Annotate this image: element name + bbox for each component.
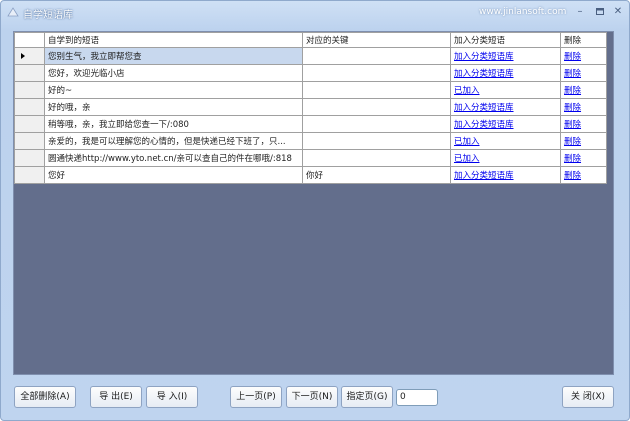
phrase-cell[interactable]: 圆通快递http://www.yto.net.cn/亲可以查自己的件在哪哦/:8… [44, 149, 303, 167]
row-header[interactable] [14, 132, 45, 150]
delete-link[interactable]: 删除 [564, 69, 581, 79]
table-row[interactable]: 亲爱的，我是可以理解您的心情的，但是快递已经下班了，只... 已加入 删除 [14, 132, 607, 150]
minimize-icon[interactable]: – [573, 5, 587, 19]
added-link[interactable]: 已加入 [454, 154, 480, 164]
delete-link[interactable]: 删除 [564, 86, 581, 96]
export-button[interactable]: 导 出(E) [90, 386, 142, 408]
column-header-delete[interactable]: 删除 [560, 32, 607, 48]
keyword-cell[interactable] [302, 47, 451, 65]
column-header-add[interactable]: 加入分类短语 [450, 32, 561, 48]
keyword-cell[interactable] [302, 64, 451, 82]
delete-link[interactable]: 删除 [564, 103, 581, 113]
delete-link[interactable]: 删除 [564, 137, 581, 147]
add-to-category-link[interactable]: 加入分类短语库 [454, 171, 514, 181]
delete-link[interactable]: 删除 [564, 171, 581, 181]
table-row[interactable]: 圆通快递http://www.yto.net.cn/亲可以查自己的件在哪哦/:8… [14, 149, 607, 167]
keyword-cell[interactable] [302, 149, 451, 167]
delete-link[interactable]: 删除 [564, 52, 581, 62]
title-bar: 自学短语库 www.jinlansoft.com – ✕ [1, 1, 629, 25]
window-title: 自学短语库 [23, 10, 73, 21]
table-row[interactable]: 您好，欢迎光临小店 加入分类短语库 删除 [14, 64, 607, 82]
phrase-table: 自学到的短语 对应的关键 加入分类短语 删除 您别生气，我立即帮您查 加入分类短… [14, 32, 607, 184]
phrase-cell[interactable]: 好的哦，亲 [44, 98, 303, 116]
row-header[interactable] [14, 149, 45, 167]
phrase-cell[interactable]: 亲爱的，我是可以理解您的心情的，但是快递已经下班了，只... [44, 132, 303, 150]
delete-all-button[interactable]: 全部删除(A) [14, 386, 76, 408]
added-link[interactable]: 已加入 [454, 86, 480, 96]
phrase-cell[interactable]: 您好，欢迎光临小店 [44, 64, 303, 82]
added-link[interactable]: 已加入 [454, 137, 480, 147]
add-to-category-link[interactable]: 加入分类短语库 [454, 120, 514, 130]
table-row[interactable]: 稍等哦，亲，我立即给您查一下/:080 加入分类短语库 删除 [14, 115, 607, 133]
maximize-icon[interactable] [593, 5, 607, 19]
app-icon [7, 7, 19, 17]
column-header-phrase[interactable]: 自学到的短语 [44, 32, 303, 48]
column-header-keyword[interactable]: 对应的关键 [302, 32, 451, 48]
keyword-cell[interactable] [302, 81, 451, 99]
row-header[interactable] [14, 166, 45, 184]
site-url: www.jinlansoft.com [479, 7, 567, 17]
row-header[interactable] [14, 81, 45, 99]
delete-link[interactable]: 删除 [564, 120, 581, 130]
keyword-cell[interactable] [302, 115, 451, 133]
next-page-button[interactable]: 下一页(N) [286, 386, 338, 408]
page-number-input[interactable]: 0 [396, 389, 438, 406]
phrase-grid[interactable]: 自学到的短语 对应的关键 加入分类短语 删除 您别生气，我立即帮您查 加入分类短… [13, 31, 614, 375]
add-to-category-link[interactable]: 加入分类短语库 [454, 52, 514, 62]
current-row-arrow-icon [21, 53, 25, 59]
phrase-cell[interactable]: 好的~ [44, 81, 303, 99]
row-header-current[interactable] [14, 47, 45, 65]
keyword-cell[interactable] [302, 98, 451, 116]
table-row[interactable]: 好的哦，亲 加入分类短语库 删除 [14, 98, 607, 116]
row-header[interactable] [14, 98, 45, 116]
keyword-cell[interactable] [302, 132, 451, 150]
row-header[interactable] [14, 115, 45, 133]
close-icon[interactable]: ✕ [611, 5, 625, 19]
add-to-category-link[interactable]: 加入分类短语库 [454, 103, 514, 113]
close-button[interactable]: 关 闭(X) [562, 386, 614, 408]
phrase-cell[interactable]: 您好 [44, 166, 303, 184]
header-row: 自学到的短语 对应的关键 加入分类短语 删除 [14, 32, 607, 48]
phrase-cell[interactable]: 您别生气，我立即帮您查 [44, 47, 303, 65]
table-row[interactable]: 好的~ 已加入 删除 [14, 81, 607, 99]
import-button[interactable]: 导 入(I) [146, 386, 198, 408]
add-to-category-link[interactable]: 加入分类短语库 [454, 69, 514, 79]
main-window: 自学短语库 www.jinlansoft.com – ✕ 自学到的短语 对应的关… [0, 0, 630, 421]
row-header[interactable] [14, 64, 45, 82]
goto-page-button[interactable]: 指定页(G) [341, 386, 393, 408]
table-row[interactable]: 您别生气，我立即帮您查 加入分类短语库 删除 [14, 47, 607, 65]
prev-page-button[interactable]: 上一页(P) [230, 386, 282, 408]
keyword-cell[interactable]: 你好 [302, 166, 451, 184]
delete-link[interactable]: 删除 [564, 154, 581, 164]
corner-cell [14, 32, 45, 48]
phrase-cell[interactable]: 稍等哦，亲，我立即给您查一下/:080 [44, 115, 303, 133]
table-row[interactable]: 您好 你好 加入分类短语库 删除 [14, 166, 607, 184]
